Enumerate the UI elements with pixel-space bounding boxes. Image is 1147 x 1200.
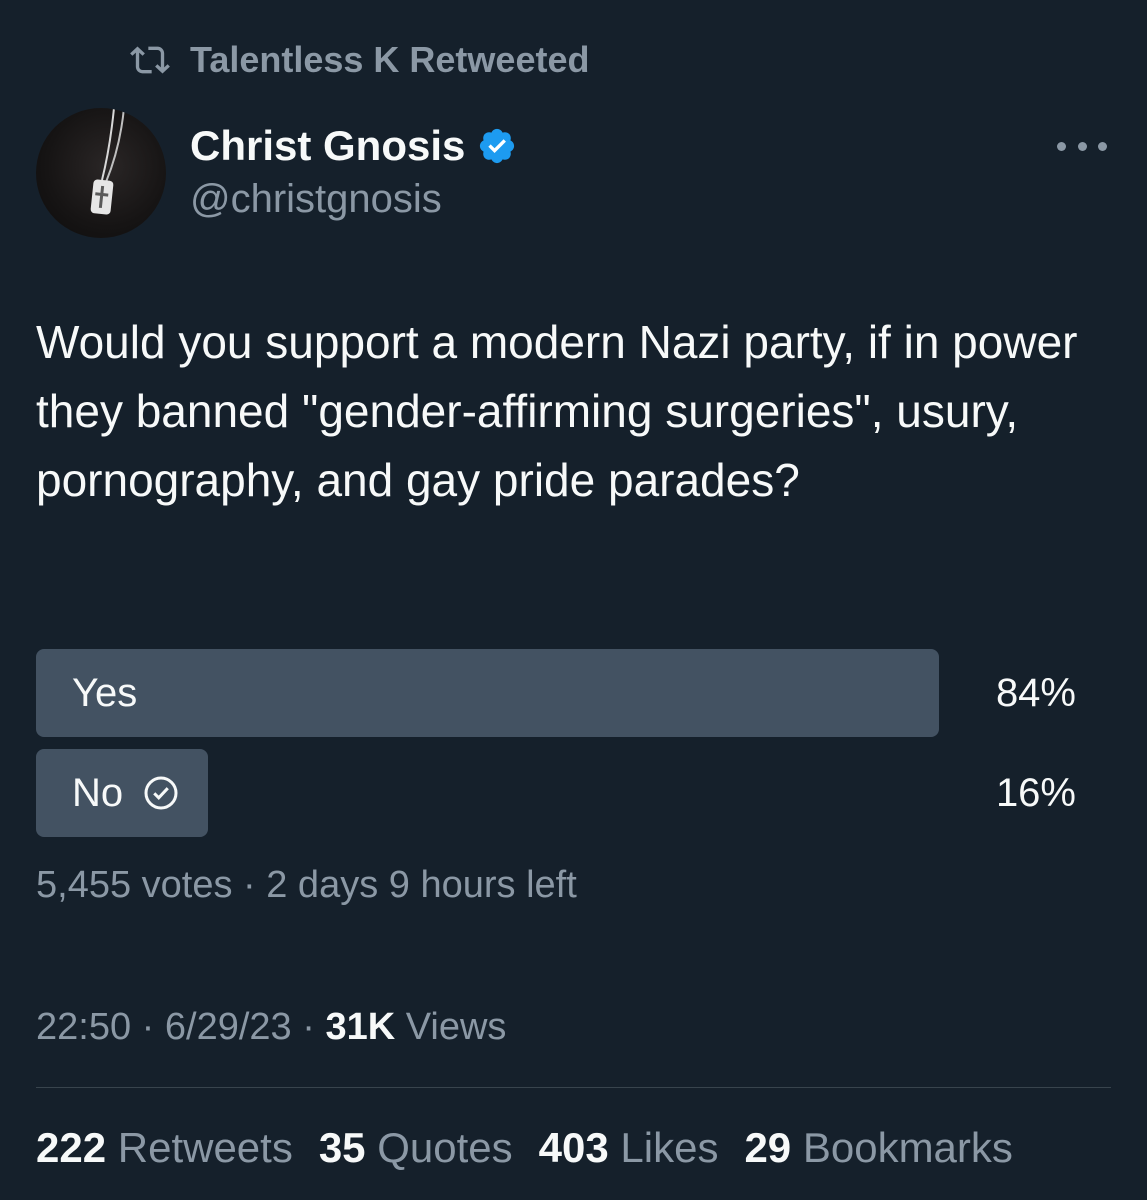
retweet-banner-text: Talentless K Retweeted xyxy=(190,39,590,80)
likes-label: Likes xyxy=(620,1124,719,1171)
separator-dot: · xyxy=(302,1006,326,1048)
poll-option-text: Yes xyxy=(72,670,138,715)
views-count: 31K xyxy=(325,1006,396,1048)
likes-count: 403 xyxy=(538,1124,609,1171)
retweet-banner[interactable]: Talentless K Retweeted xyxy=(130,38,589,82)
quotes-count: 35 xyxy=(318,1124,366,1171)
poll-bar xyxy=(36,649,939,737)
tweet-date[interactable]: 6/29/23 xyxy=(165,1006,292,1048)
timestamp-row: 22:50 · 6/29/23 · 31K Views xyxy=(36,1004,506,1050)
author-handle[interactable]: @christgnosis xyxy=(190,174,442,224)
quotes-stat[interactable]: 35 Quotes xyxy=(319,1122,513,1174)
tweet-text: Would you support a modern Nazi party, i… xyxy=(36,316,1078,506)
retweets-label: Retweets xyxy=(117,1124,293,1171)
retweets-count: 222 xyxy=(36,1124,107,1171)
views-label: Views xyxy=(405,1006,507,1048)
retweets-stat[interactable]: 222 Retweets xyxy=(36,1122,293,1174)
divider xyxy=(36,1087,1111,1088)
avatar[interactable] xyxy=(36,108,166,238)
author-name-row[interactable]: Christ Gnosis xyxy=(190,120,517,172)
avatar-image xyxy=(90,108,125,215)
engagement-stats: 222 Retweets 35 Quotes 403 Likes 29 Book… xyxy=(36,1122,1013,1174)
poll-option-percent: 16% xyxy=(995,770,1076,815)
poll-meta: 5,455 votes · 2 days 9 hours left xyxy=(36,864,577,906)
bookmarks-count: 29 xyxy=(744,1124,792,1171)
selected-check-icon xyxy=(144,776,178,810)
bookmarks-stat[interactable]: 29 Bookmarks xyxy=(744,1122,1012,1174)
author-display-name[interactable]: Christ Gnosis xyxy=(190,122,465,170)
tweet-time[interactable]: 22:50 xyxy=(36,1006,131,1048)
more-options-icon[interactable] xyxy=(1057,128,1107,164)
quotes-label: Quotes xyxy=(377,1124,513,1171)
retweet-icon xyxy=(130,46,170,74)
likes-stat[interactable]: 403 Likes xyxy=(539,1122,719,1174)
poll-option-yes: Yes 84% xyxy=(36,649,1076,737)
more-dot xyxy=(1057,141,1066,151)
poll-option-label: No xyxy=(72,749,179,837)
bookmarks-label: Bookmarks xyxy=(802,1124,1013,1171)
poll: Yes 84% No 16% xyxy=(36,649,1076,837)
poll-option-text: No xyxy=(72,770,124,815)
poll-option-label: Yes xyxy=(72,649,137,737)
more-dot xyxy=(1098,141,1107,151)
verified-badge-icon xyxy=(480,128,515,164)
separator-dot: · xyxy=(141,1006,165,1048)
poll-option-no: No 16% xyxy=(36,749,1076,837)
poll-option-percent: 84% xyxy=(995,670,1076,715)
more-dot xyxy=(1077,141,1087,151)
